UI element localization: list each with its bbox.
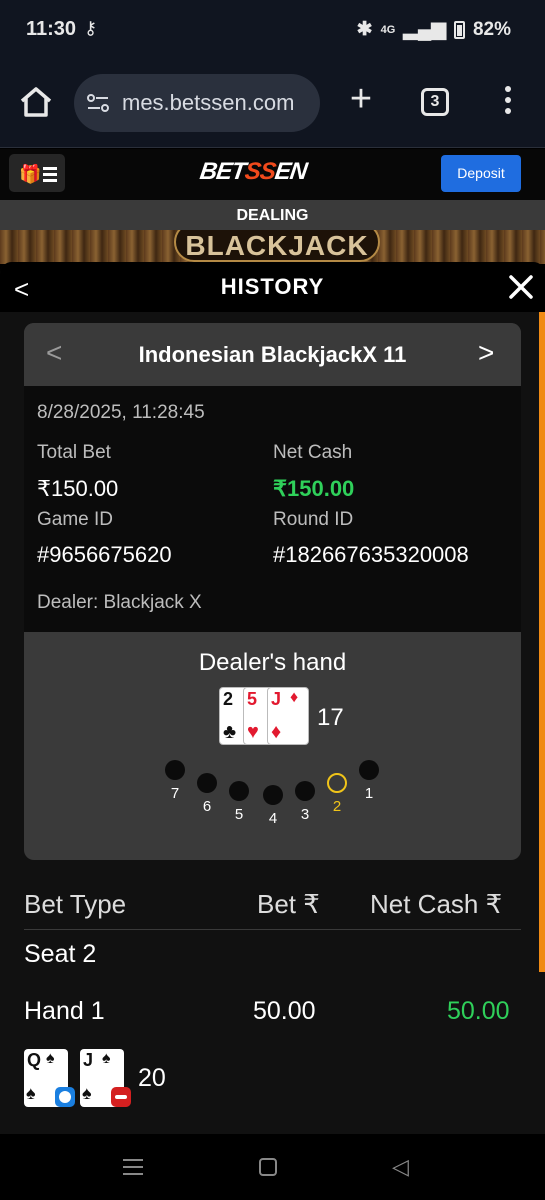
seat-5-marker bbox=[229, 781, 249, 801]
signal-icon: 4G bbox=[380, 23, 396, 36]
seat-6-marker bbox=[197, 773, 217, 793]
tab-switcher-button[interactable]: 3 bbox=[421, 88, 449, 116]
battery-icon bbox=[453, 20, 465, 39]
bluetooth-icon: ✱ bbox=[356, 19, 373, 40]
browser-toolbar: mes.betssen.com + 3 bbox=[0, 60, 545, 148]
url-text[interactable]: mes.betssen.com bbox=[122, 90, 312, 116]
game-id-value: #9656675620 bbox=[37, 542, 172, 567]
seat-label: Seat 2 bbox=[24, 940, 97, 968]
signal-bars-icon: ▂▄▆ bbox=[403, 19, 446, 40]
home-icon[interactable] bbox=[18, 84, 54, 120]
system-nav-bar: ◁ bbox=[0, 1134, 545, 1200]
history-header: < HISTORY bbox=[0, 262, 545, 312]
player-hand-total: 20 bbox=[138, 1064, 166, 1092]
round-navigation: < Indonesian BlackjackX 11 > bbox=[24, 323, 521, 386]
status-time: 11:30 bbox=[26, 18, 77, 40]
new-tab-button[interactable]: + bbox=[344, 80, 378, 118]
bet-table-header: Bet Type Bet ₹ Net Cash ₹ bbox=[24, 889, 521, 930]
history-title: HISTORY bbox=[220, 274, 325, 299]
player-card: J ♠ ♠ bbox=[80, 1049, 131, 1107]
dealers-hand-title: Dealer's hand bbox=[198, 649, 347, 676]
dealing-status: DEALING bbox=[0, 200, 545, 230]
round-card: < Indonesian BlackjackX 11 > 8/28/2025, … bbox=[24, 323, 521, 860]
seat-7-label: 7 bbox=[170, 785, 180, 802]
browser-menu-icon[interactable] bbox=[500, 86, 516, 120]
site-header: 🎁 BETSSEN Deposit bbox=[0, 149, 545, 200]
gift-icon: 🎁 bbox=[19, 164, 42, 184]
seat-1-label: 1 bbox=[364, 785, 374, 802]
split-badge-icon bbox=[55, 1087, 75, 1107]
seat-4-marker bbox=[263, 785, 283, 805]
dealer-total: 17 bbox=[317, 704, 344, 731]
scrollbar[interactable] bbox=[539, 312, 545, 972]
total-bet-value: ₹150.00 bbox=[37, 476, 119, 501]
round-details: 8/28/2025, 11:28:45 Total Bet ₹150.00 Ne… bbox=[24, 386, 521, 632]
seat-2-label: 2 bbox=[332, 798, 342, 815]
key-icon: ⚷ bbox=[84, 18, 98, 38]
net-cash-value: ₹150.00 bbox=[273, 476, 355, 501]
recents-icon[interactable] bbox=[123, 1159, 143, 1175]
address-bar[interactable]: mes.betssen.com bbox=[74, 74, 320, 132]
round-date: 8/28/2025, 11:28:45 bbox=[37, 402, 205, 423]
seat-4-label: 4 bbox=[268, 810, 278, 827]
close-icon[interactable] bbox=[508, 274, 534, 300]
seat-3-label: 3 bbox=[300, 806, 310, 823]
dealer-cards: 2 ♣ 5 ♥ J ♦ ♦ bbox=[219, 687, 311, 747]
site-settings-icon[interactable] bbox=[86, 92, 110, 114]
bet-type-header: Bet Type bbox=[24, 889, 127, 919]
seat-2-marker bbox=[327, 773, 347, 793]
seat-5-label: 5 bbox=[234, 806, 244, 823]
seat-7-marker bbox=[165, 760, 185, 780]
round-id-value: #182667635320008 bbox=[273, 542, 469, 567]
hamburger-icon bbox=[43, 167, 57, 185]
dealer-name: Dealer: Blackjack X bbox=[37, 592, 202, 613]
next-round-chevron-icon[interactable]: > bbox=[478, 337, 494, 369]
battery-percent: 82% bbox=[472, 18, 511, 40]
total-bet-label: Total Bet bbox=[37, 442, 111, 463]
double-badge-icon bbox=[111, 1087, 131, 1107]
site-logo[interactable]: BETSSEN bbox=[198, 158, 308, 186]
home-nav-icon[interactable] bbox=[259, 1158, 277, 1176]
game-id-label: Game ID bbox=[37, 509, 114, 530]
net-cash-header: Net Cash ₹ bbox=[370, 889, 503, 919]
hand-bet-value: 50.00 bbox=[253, 997, 316, 1025]
status-indicators: ✱ 4G ▂▄▆ 82% bbox=[357, 18, 511, 41]
game-banner: BLACKJACK bbox=[0, 230, 545, 264]
status-bar: 11:30 ⚷ ✱ 4G ▂▄▆ 82% bbox=[0, 0, 545, 60]
net-cash-label: Net Cash bbox=[273, 442, 353, 463]
banner-title: BLACKJACK bbox=[174, 230, 380, 262]
bet-header: Bet ₹ bbox=[257, 889, 320, 919]
menu-button[interactable]: 🎁 bbox=[9, 154, 65, 192]
round-id-label: Round ID bbox=[273, 509, 354, 530]
seat-1-marker bbox=[359, 760, 379, 780]
history-panel: < HISTORY < Indonesian BlackjackX 11 > 8… bbox=[0, 262, 545, 1134]
hand-label: Hand 1 bbox=[24, 997, 105, 1025]
hand-net-cash-value: 50.00 bbox=[447, 997, 510, 1025]
game-title: Indonesian BlackjackX 11 bbox=[138, 342, 407, 367]
deposit-button[interactable]: Deposit bbox=[441, 155, 521, 192]
seat-3-marker bbox=[295, 781, 315, 801]
seat-6-label: 6 bbox=[202, 798, 212, 815]
player-card: Q ♠ ♠ bbox=[24, 1049, 75, 1107]
dealer-card: J ♦ ♦ bbox=[267, 687, 309, 745]
back-nav-icon[interactable]: ◁ bbox=[392, 1154, 409, 1180]
